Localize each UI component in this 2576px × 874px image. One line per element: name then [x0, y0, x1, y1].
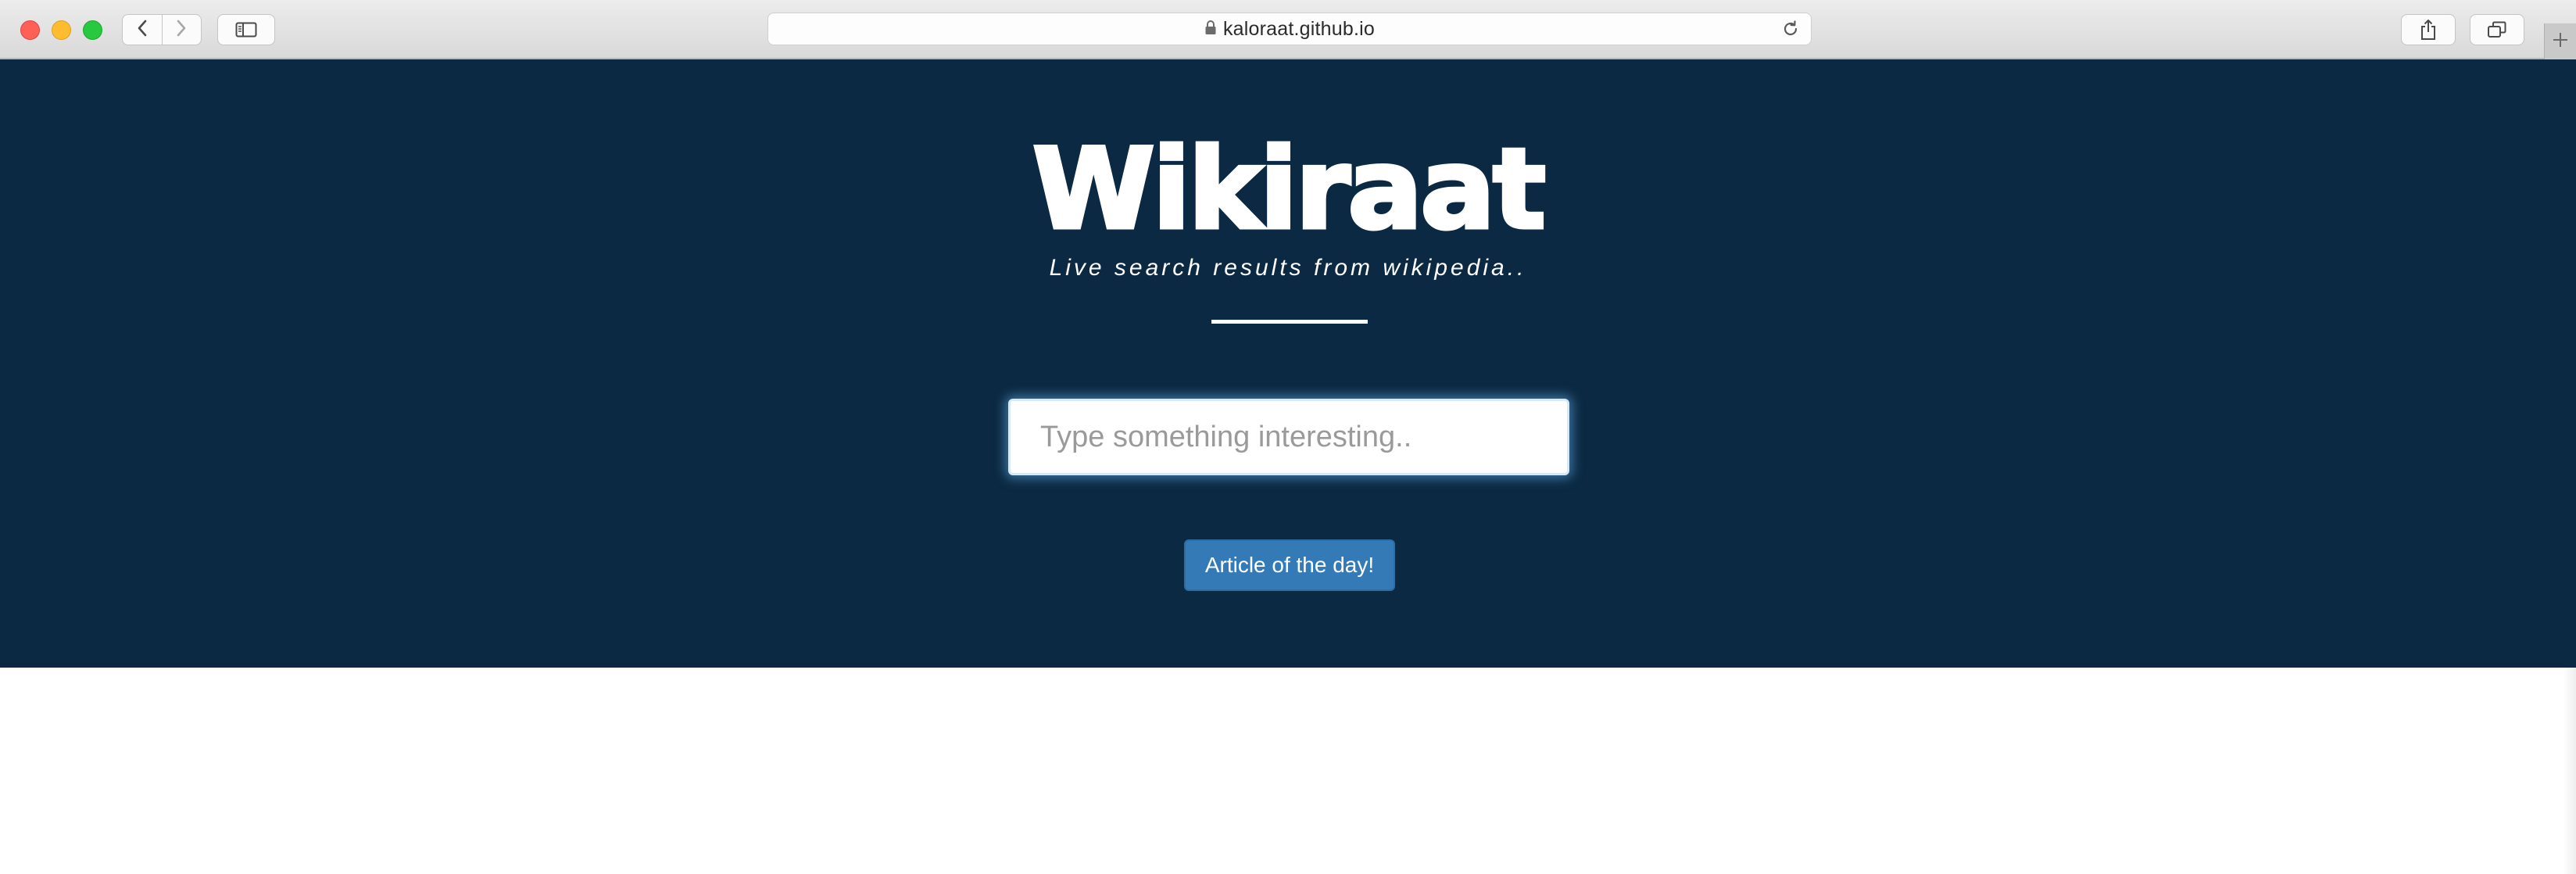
- chevron-left-icon: [137, 19, 148, 41]
- chevron-right-icon: [176, 19, 187, 41]
- share-button[interactable]: [2401, 14, 2456, 45]
- site-logo: Wikiraat: [1031, 125, 1548, 254]
- sidebar-icon: [235, 22, 257, 38]
- share-icon: [2420, 19, 2437, 41]
- search-input[interactable]: [1008, 399, 1569, 475]
- zoom-window-button[interactable]: [83, 20, 102, 40]
- tab-overview-button[interactable]: [2470, 14, 2524, 45]
- url-text: kaloraat.github.io: [1222, 17, 1375, 40]
- tabs-overview-icon: [2487, 20, 2507, 39]
- plus-icon: [2552, 31, 2569, 52]
- article-of-the-day-button[interactable]: Article of the day!: [1184, 539, 1395, 591]
- forward-button[interactable]: [161, 15, 202, 45]
- navigation-buttons: [122, 14, 202, 45]
- reload-icon[interactable]: [1781, 20, 1800, 42]
- close-window-button[interactable]: [20, 20, 40, 40]
- lock-icon: [1204, 20, 1217, 39]
- browser-toolbar: kaloraat.github.io: [0, 0, 2576, 59]
- hero-section: Wikiraat Live search results from wikipe…: [0, 59, 2576, 668]
- page-edge: [2563, 668, 2576, 874]
- new-tab-button[interactable]: [2544, 23, 2576, 59]
- back-button[interactable]: [123, 15, 162, 45]
- address-bar[interactable]: kaloraat.github.io: [767, 13, 1812, 45]
- tagline: Live search results from wikipedia..: [1049, 255, 1527, 281]
- minimize-window-button[interactable]: [52, 20, 71, 40]
- divider: [1211, 320, 1368, 324]
- sidebar-toggle-button[interactable]: [217, 14, 275, 45]
